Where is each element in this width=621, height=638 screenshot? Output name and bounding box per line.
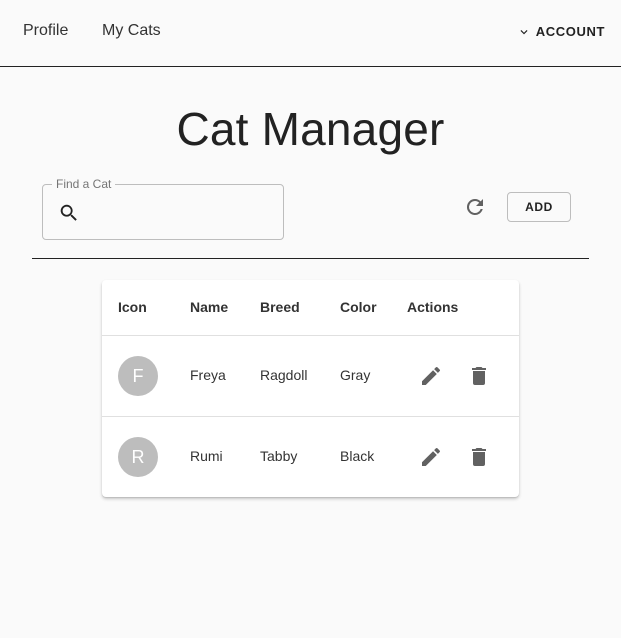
top-navbar: Profile My Cats ACCOUNT	[0, 0, 621, 67]
cat-breed: Ragdoll	[260, 367, 308, 383]
account-menu-button[interactable]: ACCOUNT	[517, 24, 605, 39]
column-header-icon: Icon	[118, 299, 147, 315]
avatar: F	[118, 356, 158, 396]
page-title: Cat Manager	[176, 103, 445, 155]
cats-table: Icon Name Breed Color Actions F Freya Ra…	[102, 280, 519, 497]
nav-link-my-cats[interactable]: My Cats	[102, 22, 161, 40]
table-header-row: Icon Name Breed Color Actions	[102, 280, 519, 336]
avatar: R	[118, 437, 158, 477]
cat-breed: Tabby	[260, 448, 298, 464]
cat-color: Black	[340, 448, 375, 464]
account-label: ACCOUNT	[535, 24, 605, 39]
cat-name: Freya	[190, 367, 226, 383]
refresh-icon[interactable]	[463, 195, 487, 219]
add-cat-button[interactable]: ADD	[507, 192, 571, 222]
table-row: F Freya Ragdoll Gray	[102, 336, 519, 417]
table-row: R Rumi Tabby Black	[102, 417, 519, 498]
cat-color: Gray	[340, 367, 371, 383]
search-label: Find a Cat	[52, 177, 116, 191]
divider	[32, 258, 589, 259]
nav-link-profile[interactable]: Profile	[23, 22, 68, 40]
column-header-breed: Breed	[260, 299, 300, 315]
column-header-actions: Actions	[407, 299, 459, 315]
delete-icon[interactable]	[467, 445, 491, 469]
edit-icon[interactable]	[419, 364, 443, 388]
search-icon	[60, 204, 77, 221]
delete-icon[interactable]	[467, 364, 491, 388]
chevron-down-icon	[520, 29, 528, 34]
column-header-name: Name	[190, 299, 229, 315]
edit-icon[interactable]	[419, 445, 443, 469]
cat-name: Rumi	[190, 448, 223, 464]
search-field[interactable]: Find a Cat	[42, 177, 284, 240]
search-input[interactable]	[89, 197, 274, 227]
column-header-color: Color	[340, 299, 377, 315]
